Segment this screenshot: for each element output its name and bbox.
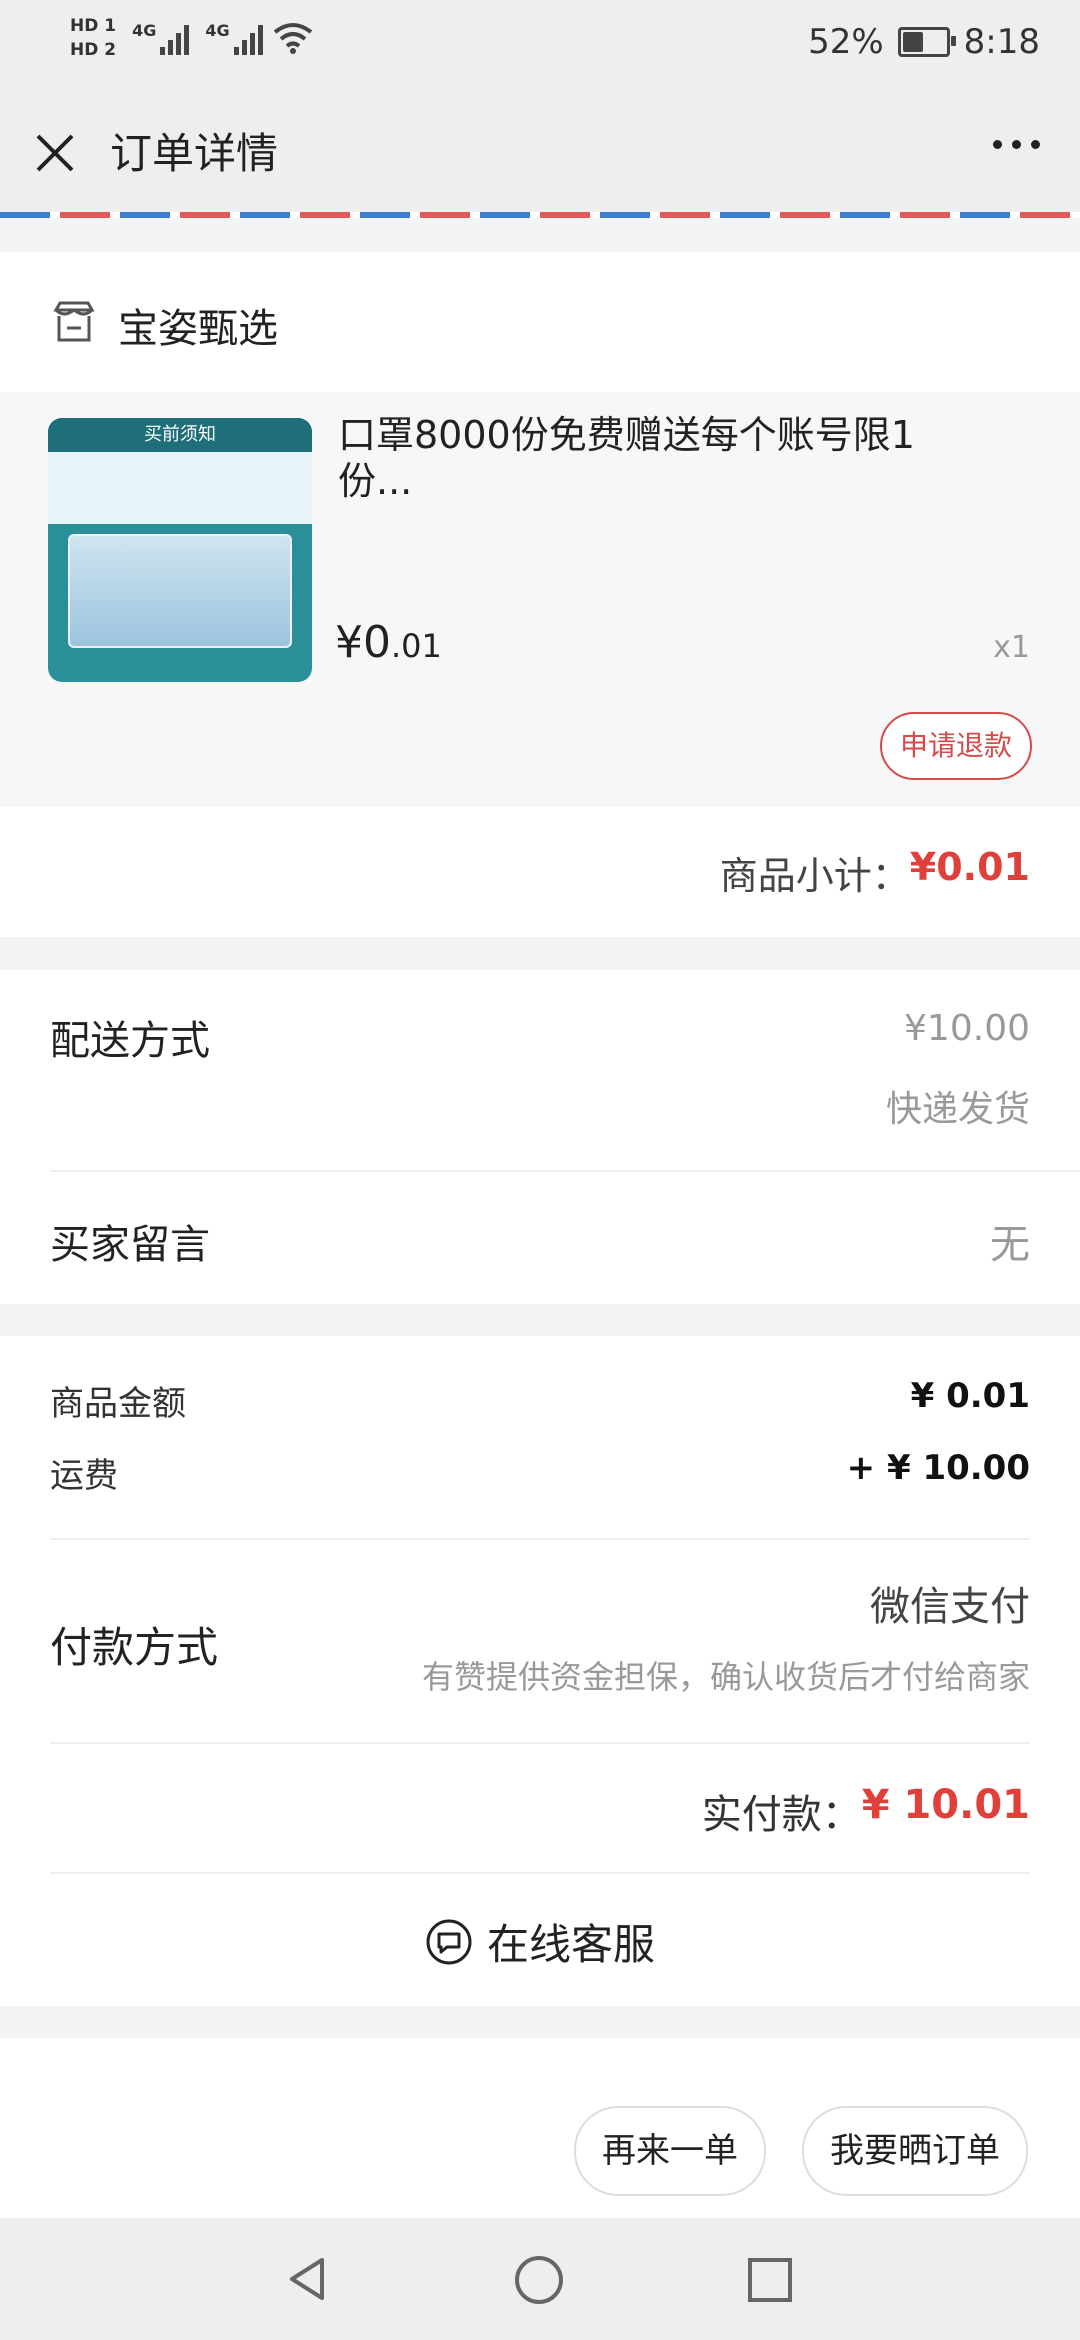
refund-button[interactable]: 申请退款 (879, 712, 1032, 780)
reorder-button[interactable]: 再来一单 (574, 2106, 766, 2196)
title-bar: 订单详情 (0, 90, 1080, 212)
recents-icon[interactable] (746, 2256, 794, 2304)
battery-fill (902, 32, 923, 52)
home-icon[interactable] (513, 2254, 565, 2306)
hd1-label: HD 1 (70, 16, 117, 36)
store-row[interactable]: 宝姿甄选 (0, 252, 1080, 392)
delivery-method: 快递发货 (885, 1089, 1030, 1130)
delivery-label: 配送方式 (50, 1018, 210, 1064)
signal-1: 4G (132, 21, 190, 55)
goods-quantity: x1 (993, 630, 1030, 665)
network-2-label: 4G (205, 21, 230, 40)
payment-note: 有赞提供资金担保，确认收货后才付给商家 (421, 1658, 1030, 1696)
goods-amount-value: ¥ 0.01 (910, 1376, 1030, 1416)
store-icon (53, 301, 95, 342)
online-service-button[interactable]: 在线客服 (0, 1911, 1080, 1972)
paid-amount: 实付款： ¥ 10.01 (702, 1782, 1030, 1840)
message-label: 买家留言 (50, 1222, 210, 1268)
online-service-label: 在线客服 (486, 1920, 655, 1969)
subtotal: 商品小计： ¥0.01 (720, 845, 1080, 900)
battery-percent: 52% (808, 22, 884, 62)
wifi-icon (273, 23, 312, 54)
subtotal-row: 商品小计： ¥0.01 (0, 807, 1080, 937)
more-icon[interactable] (993, 140, 1040, 149)
hd2-label: HD 2 (70, 40, 117, 60)
shipping-value: + ¥ 10.00 (846, 1448, 1030, 1488)
divider (50, 1170, 1080, 1172)
payment-summary: 商品金额 ¥ 0.01 运费 + ¥ 10.00 付款方式 微信支付 有赞提供资… (0, 1336, 1080, 2006)
divider (50, 1872, 1030, 1874)
goods-image-banner: 买前须知 (48, 418, 312, 452)
goods-image[interactable]: 买前须知 (48, 418, 312, 682)
goods-price-decimal: .01 (391, 627, 442, 665)
goods-image-text (48, 452, 312, 524)
clock: 8:18 (963, 22, 1040, 62)
payment-label: 付款方式 (50, 1623, 219, 1672)
goods-price: ¥0.01 (335, 617, 442, 668)
subtotal-value: ¥0.01 (909, 845, 1030, 889)
share-order-button[interactable]: 我要晒订单 (802, 2106, 1028, 2196)
subtotal-label: 商品小计： (719, 854, 910, 898)
message-value: 无 (990, 1222, 1030, 1268)
delivery-fee: ¥10.00 (904, 1008, 1030, 1049)
paid-value: ¥ 10.01 (861, 1782, 1030, 1828)
battery-icon (897, 27, 956, 57)
chat-bubble-icon (426, 1919, 472, 1964)
status-left: HD 1 HD 2 4G 4G (70, 16, 313, 60)
signal-2: 4G (205, 21, 263, 55)
store-name: 宝姿甄选 (118, 306, 278, 352)
action-bar: 再来一单 我要晒订单 (0, 2038, 1080, 2218)
envelope-divider (0, 212, 1080, 218)
paid-label: 实付款： (701, 1792, 862, 1838)
divider (50, 1742, 1030, 1744)
shipping-label: 运费 (50, 1456, 118, 1496)
hd-indicators: HD 1 HD 2 (70, 16, 116, 60)
system-nav-bar (0, 2218, 1080, 2340)
delivery-section: 配送方式 ¥10.00 快递发货 买家留言 无 (0, 970, 1080, 1304)
status-right: 52% 8:18 (808, 22, 1040, 62)
mask-package-picture (68, 534, 292, 648)
goods-title: 口罩8000份免费赠送每个账号限1份... (338, 413, 915, 503)
goods-amount-label: 商品金额 (50, 1384, 186, 1424)
network-1-label: 4G (132, 21, 157, 40)
page-title: 订单详情 (110, 129, 279, 178)
goods-price-int: ¥0 (335, 617, 391, 668)
back-icon[interactable] (282, 2254, 332, 2304)
close-icon[interactable] (30, 128, 80, 178)
payment-method: 微信支付 (870, 1584, 1030, 1630)
goods-item[interactable]: 买前须知 口罩8000份免费赠送每个账号限1份... ¥0.01 x1 申请退款 (0, 392, 1080, 807)
signal-bars-icon (233, 21, 263, 55)
divider (50, 1538, 1030, 1540)
status-bar: HD 1 HD 2 4G 4G 52% 8:18 (0, 0, 1080, 90)
signal-bars-icon (160, 21, 190, 55)
